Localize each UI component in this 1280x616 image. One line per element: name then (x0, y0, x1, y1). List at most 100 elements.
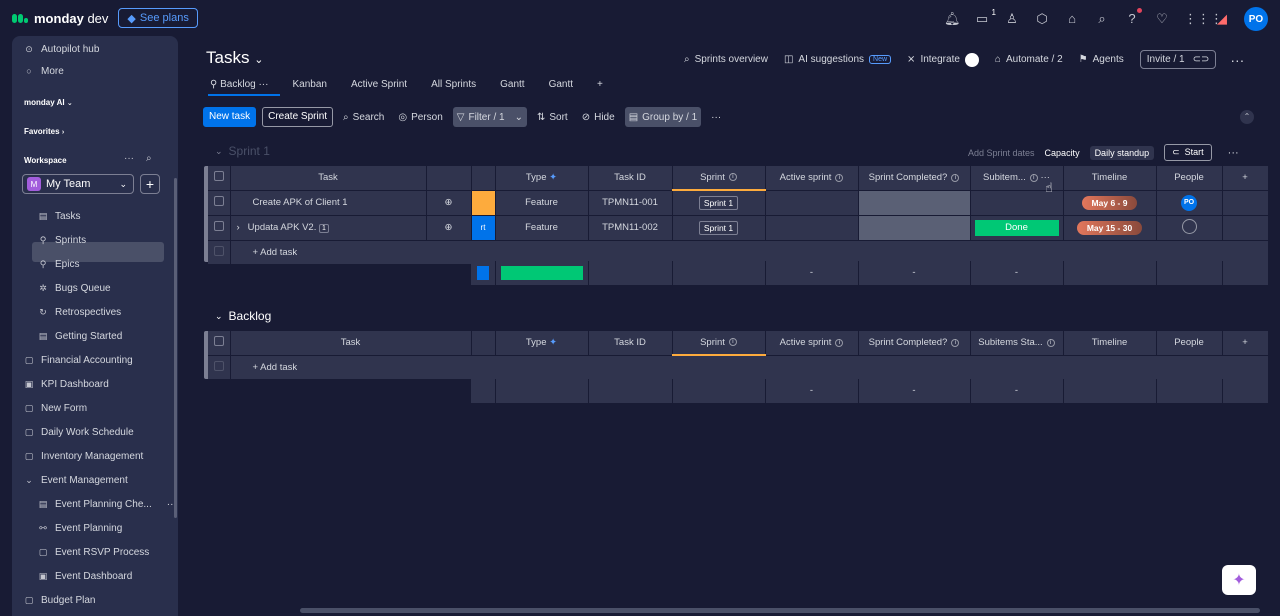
agents-button[interactable]: ⚑ Agents (1079, 54, 1124, 65)
type-cell[interactable]: Feature (495, 215, 589, 241)
add-task-input[interactable]: + Add task (230, 355, 1269, 380)
people-cell[interactable] (1156, 215, 1223, 241)
sidebar-item-daily-work-schedule[interactable]: ▢ Daily Work Schedule (24, 423, 134, 441)
sort-button[interactable]: ⇅ Sort (533, 107, 572, 127)
filter-button[interactable]: ▽ Filter / 1 ⌄ (452, 107, 527, 127)
col-task-id-header[interactable]: Task ID (588, 331, 673, 356)
invite-members-icon[interactable]: ♙ (1004, 11, 1020, 27)
invite-button[interactable]: Invite / 1 ⊂⊃ (1139, 50, 1217, 69)
collapse-header-icon[interactable]: ⌃ (1240, 110, 1254, 124)
add-view-button[interactable]: + (585, 79, 615, 90)
sidebar-item-new-form[interactable]: ▢ New Form (24, 399, 87, 417)
create-sprint-button[interactable]: Create Sprint (262, 107, 334, 127)
favorites-section[interactable]: Favorites › (24, 127, 64, 136)
subitems-status-cell[interactable]: Done (970, 215, 1064, 241)
status-color-cell[interactable] (471, 190, 496, 216)
col-timeline-header[interactable]: Timeline (1063, 166, 1157, 191)
sidebar-item-sprints[interactable]: ⚲ Sprints (38, 231, 86, 249)
capacity-button[interactable]: Capacity (1045, 148, 1080, 158)
help-icon[interactable]: ? (1124, 8, 1142, 27)
timeline-cell[interactable]: May 6 - 9 (1063, 190, 1157, 216)
status-color-cell[interactable]: rt (471, 215, 496, 241)
group-title-sprint-1[interactable]: ⌄ Sprint 1 (215, 144, 270, 158)
col-active-sprint-header[interactable]: Active sprint i (765, 331, 859, 356)
horizontal-scrollbar[interactable] (300, 608, 1260, 613)
col-sprint-header[interactable]: Sprint i (672, 331, 766, 356)
timeline-cell[interactable]: May 15 - 30 (1063, 215, 1157, 241)
sidebar-item-event-rsvp-process[interactable]: ▢ Event RSVP Process (38, 543, 150, 561)
add-sprint-dates-button[interactable]: Add Sprint dates (968, 148, 1035, 158)
add-update-icon[interactable]: ⊕ (426, 215, 472, 241)
col-sprint-completed-header[interactable]: Sprint Completed? i (858, 331, 971, 356)
sidebar-scrollbar[interactable] (174, 178, 177, 518)
more-options-icon[interactable]: ··· (1228, 147, 1239, 159)
col-task-id-header[interactable]: Task ID (588, 166, 673, 191)
col-type-header[interactable]: Type ✦ (495, 166, 589, 191)
task-name-cell[interactable]: › Updata APK V2. 1 (230, 215, 427, 241)
start-sprint-button[interactable]: ⊂ Start (1164, 144, 1212, 161)
workspace-search-icon[interactable]: ⌕ (146, 153, 152, 164)
sidebar-item-autopilot-hub[interactable]: ⊙ Autopilot hub (24, 40, 99, 58)
add-task-row[interactable]: + Add task (208, 355, 1269, 380)
tab-more-icon[interactable]: ··· (258, 79, 268, 90)
add-column-button[interactable]: + (1222, 166, 1269, 191)
col-active-sprint-header[interactable]: Active sprint i (765, 166, 859, 191)
inbox-icon[interactable]: ▭ 1 (974, 8, 996, 27)
sidebar-item-tasks[interactable]: ▤ Tasks (38, 207, 81, 225)
add-item-button[interactable]: + (140, 174, 160, 194)
select-all-checkbox[interactable] (208, 166, 231, 191)
sidebar-item-bugs-queue[interactable]: ✲ Bugs Queue (38, 279, 110, 297)
select-all-checkbox[interactable] (208, 331, 231, 356)
sidebar-item-getting-started[interactable]: ▤ Getting Started (38, 327, 123, 345)
tab-backlog[interactable]: ⚲ Backlog ··· (210, 79, 280, 90)
integrate-button[interactable]: ⨯ Integrate (907, 52, 979, 67)
col-timeline-header[interactable]: Timeline (1063, 331, 1157, 356)
daily-standup-button[interactable]: Daily standup (1089, 145, 1155, 160)
ai-assistant-button[interactable]: ✦ (1222, 565, 1256, 595)
task-name-cell[interactable]: Create APK of Client 1 (230, 190, 427, 216)
sidebar-item-event-planning[interactable]: ⚯ Event Planning (38, 519, 122, 537)
tab-gantt-2[interactable]: Gantt (537, 79, 585, 90)
apps-marketplace-icon[interactable]: ⬡ (1034, 11, 1050, 27)
sprint-completed-cell[interactable] (858, 190, 971, 216)
chevron-down-icon[interactable]: ⌄ (515, 112, 523, 123)
page-title[interactable]: Tasks ⌄ (206, 48, 263, 68)
monday-ai-section[interactable]: monday AI ⌄ (24, 98, 73, 107)
sidebar-item-event-planning-checklist[interactable]: ▤ Event Planning Che... ··· (38, 495, 177, 513)
ai-bot-icon[interactable]: ⌂ (1064, 11, 1080, 27)
person-filter-button[interactable]: ◎ Person (394, 107, 446, 127)
add-update-icon[interactable]: ⊕ (426, 190, 472, 216)
col-type-header[interactable]: Type ✦ (495, 331, 589, 356)
table-row[interactable]: Create APK of Client 1 ⊕ Feature TPMN11-… (208, 190, 1269, 216)
sprint-completed-cell[interactable] (858, 215, 971, 241)
group-by-button[interactable]: ▤ Group by / 1 (624, 107, 702, 127)
ai-suggestions-button[interactable]: ◫ AI suggestions New (784, 54, 892, 65)
automate-button[interactable]: ⌂ Automate / 2 (995, 54, 1063, 65)
heart-icon[interactable]: ♡ (1154, 11, 1170, 27)
col-sprint-completed-header[interactable]: Sprint Completed? i (858, 166, 971, 191)
bell-icon[interactable]: 🔔︎ (944, 11, 961, 27)
see-plans-button[interactable]: ◆ See plans (118, 8, 198, 28)
new-task-button[interactable]: New task (203, 107, 257, 127)
sidebar-item-kpi-dashboard[interactable]: ▣ KPI Dashboard (24, 375, 109, 393)
sidebar-item-budget-plan[interactable]: ▢ Budget Plan (24, 591, 96, 609)
hide-button[interactable]: ⊘ Hide (578, 107, 619, 127)
row-checkbox[interactable] (208, 190, 231, 216)
sprints-overview-button[interactable]: ⌕ Sprints overview (684, 54, 768, 65)
sidebar-item-event-dashboard[interactable]: ▣ Event Dashboard (38, 567, 133, 585)
sprint-cell[interactable]: Sprint 1 (672, 190, 766, 216)
sidebar-folder-event-management[interactable]: ⌄ Event Management (24, 471, 128, 489)
app-grid-icon[interactable]: ⋮⋮⋮ (1184, 11, 1223, 27)
tab-all-sprints[interactable]: All Sprints (419, 79, 488, 90)
search-button[interactable]: ⌕ Search (339, 107, 388, 127)
row-checkbox[interactable] (208, 215, 231, 241)
sidebar-item-financial-accounting[interactable]: ▢ Financial Accounting (24, 351, 133, 369)
sidebar-item-inventory-management[interactable]: ▢ Inventory Management (24, 447, 144, 465)
col-subitems-header[interactable]: Subitems Sta... i (970, 331, 1064, 356)
col-task-header[interactable]: Task (230, 166, 427, 191)
people-cell[interactable]: PO (1156, 190, 1223, 216)
table-row[interactable]: › Updata APK V2. 1 ⊕ rt Feature TPMN11-00… (208, 215, 1269, 241)
more-options-icon[interactable]: ··· (1230, 52, 1244, 68)
search-icon[interactable]: ⌕ (1094, 11, 1110, 27)
col-sprint-header[interactable]: Sprint i (672, 166, 766, 191)
